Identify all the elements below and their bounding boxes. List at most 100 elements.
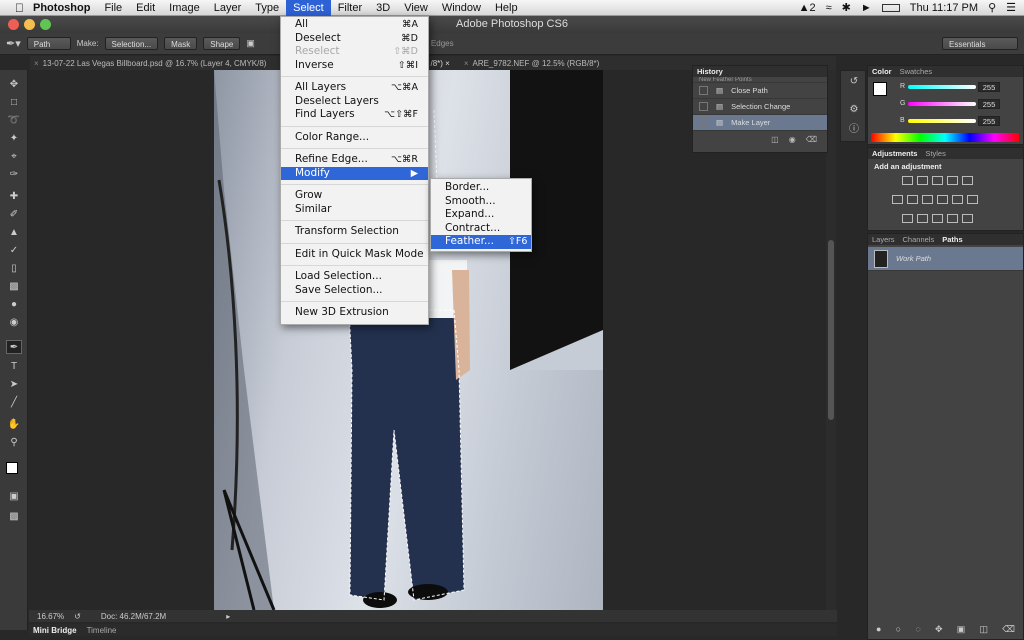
trash-icon[interactable]: ⌫ bbox=[806, 135, 817, 144]
menu-help[interactable]: Help bbox=[488, 0, 525, 16]
crop-tool-icon[interactable]: ⌖ bbox=[6, 150, 22, 164]
b-value-field[interactable]: 255 bbox=[978, 116, 1000, 126]
menu-item-all[interactable]: All ⌘A bbox=[281, 18, 428, 32]
g-slider[interactable] bbox=[908, 102, 976, 106]
invert-icon[interactable] bbox=[902, 214, 913, 223]
menu-item-border[interactable]: Border... bbox=[431, 181, 531, 195]
tab-layers[interactable]: Layers bbox=[872, 235, 895, 244]
history-checkbox[interactable] bbox=[699, 102, 708, 111]
selective-color-icon[interactable] bbox=[962, 214, 973, 223]
workspace-switcher[interactable]: Essentials bbox=[942, 37, 1018, 50]
hand-tool-icon[interactable]: ✋ bbox=[6, 418, 22, 432]
make-selection-button[interactable]: Selection... bbox=[104, 37, 159, 50]
history-checkbox[interactable] bbox=[699, 86, 708, 95]
vibrance-icon[interactable] bbox=[962, 176, 973, 185]
tab-channels[interactable]: Channels bbox=[903, 235, 935, 244]
menu-item-refine-edge[interactable]: Refine Edge... ⌥⌘R bbox=[281, 153, 428, 167]
tab-adjustments[interactable]: Adjustments bbox=[872, 149, 917, 158]
menu-edit[interactable]: Edit bbox=[129, 0, 162, 16]
history-item[interactable]: ▤ Close Path bbox=[693, 83, 827, 99]
dodge-tool-icon[interactable]: ◉ bbox=[6, 316, 22, 330]
pen-tool-preset-icon[interactable]: ✒▾ bbox=[6, 37, 21, 50]
channel-mixer-icon[interactable] bbox=[952, 195, 963, 204]
new-path-icon[interactable]: ◫ bbox=[979, 624, 988, 635]
status-menu-icon[interactable]: ▸ bbox=[226, 612, 230, 621]
menu-file[interactable]: File bbox=[97, 0, 129, 16]
screen-mode-icon[interactable]: ▩ bbox=[6, 510, 22, 524]
quick-mask-icon[interactable]: ▣ bbox=[6, 490, 22, 504]
tab-paths[interactable]: Paths bbox=[942, 235, 962, 244]
clone-stamp-tool-icon[interactable]: ▲ bbox=[6, 226, 22, 240]
fill-path-icon[interactable]: ● bbox=[876, 624, 881, 635]
menu-image[interactable]: Image bbox=[162, 0, 207, 16]
menu-item-modify[interactable]: Modify ▶ bbox=[281, 166, 428, 180]
foreground-color-swatch[interactable] bbox=[873, 82, 887, 96]
notifications-icon[interactable]: ☰ bbox=[1006, 1, 1016, 14]
menu-type[interactable]: Type bbox=[248, 0, 286, 16]
menu-item-deselect[interactable]: Deselect ⌘D bbox=[281, 32, 428, 46]
black-white-icon[interactable] bbox=[922, 195, 933, 204]
scroll-thumb[interactable] bbox=[828, 240, 834, 420]
menu-item-grow[interactable]: Grow bbox=[281, 189, 428, 203]
menu-item-smooth[interactable]: Smooth... bbox=[431, 195, 531, 209]
doc-tab[interactable]: × 13-07-22 Las Vegas Billboard.psd @ 16.7… bbox=[34, 59, 266, 68]
exposure-icon[interactable] bbox=[947, 176, 958, 185]
path-item-work-path[interactable]: Work Path bbox=[868, 247, 1023, 271]
eyedropper-tool-icon[interactable]: ✑ bbox=[6, 168, 22, 182]
healing-brush-tool-icon[interactable]: ✚ bbox=[6, 190, 22, 204]
menu-layer[interactable]: Layer bbox=[207, 0, 249, 16]
history-panel-icon[interactable]: ↺ bbox=[846, 75, 862, 89]
tab-styles[interactable]: Styles bbox=[925, 149, 945, 158]
export-icon[interactable]: ↺ bbox=[74, 612, 81, 621]
tab-mini-bridge[interactable]: Mini Bridge bbox=[33, 626, 77, 635]
menu-item-load-selection[interactable]: Load Selection... bbox=[281, 270, 428, 284]
levels-icon[interactable] bbox=[917, 176, 928, 185]
history-checkbox[interactable] bbox=[699, 118, 708, 127]
spotlight-icon[interactable]: ⚲ bbox=[988, 1, 996, 14]
menu-item-feather[interactable]: Feather... ⇧F6 bbox=[431, 235, 531, 249]
close-tab-icon[interactable]: × bbox=[464, 59, 469, 68]
doc-size[interactable]: Doc: 46.2M/67.2M bbox=[101, 612, 166, 621]
apple-icon[interactable]:  bbox=[8, 0, 26, 16]
camera-snapshot-icon[interactable]: ◉ bbox=[789, 135, 796, 144]
menu-item-deselect-layers[interactable]: Deselect Layers bbox=[281, 95, 428, 109]
r-slider[interactable] bbox=[908, 85, 976, 89]
properties-panel-icon[interactable]: ⚙ bbox=[846, 103, 862, 117]
trash-icon[interactable]: ⌫ bbox=[1002, 624, 1015, 635]
posterize-icon[interactable] bbox=[917, 214, 928, 223]
zoom-level[interactable]: 16.67% bbox=[37, 612, 64, 621]
quick-selection-tool-icon[interactable]: ✦ bbox=[6, 132, 22, 146]
menu-item-all-layers[interactable]: All Layers ⌥⌘A bbox=[281, 81, 428, 95]
line-tool-icon[interactable]: ╱ bbox=[6, 396, 22, 410]
menu-item-transform-selection[interactable]: Transform Selection bbox=[281, 225, 428, 239]
b-slider[interactable] bbox=[908, 119, 976, 123]
make-shape-button[interactable]: Shape bbox=[203, 37, 241, 50]
history-item-selected[interactable]: ▤ Make Layer bbox=[693, 115, 827, 131]
doc-tab-active[interactable]: /8*) × bbox=[430, 59, 449, 68]
color-lookup-icon[interactable] bbox=[967, 195, 978, 204]
color-ramp[interactable] bbox=[871, 133, 1019, 142]
volume-icon[interactable]: ► bbox=[861, 2, 872, 14]
path-selection-tool-icon[interactable]: ➤ bbox=[6, 378, 22, 392]
new-document-from-state-icon[interactable]: ◫ bbox=[771, 135, 779, 144]
menu-view[interactable]: View bbox=[397, 0, 435, 16]
hue-saturation-icon[interactable] bbox=[892, 195, 903, 204]
add-mask-icon[interactable]: ▣ bbox=[957, 624, 966, 635]
load-as-selection-icon[interactable]: ◌ bbox=[915, 624, 920, 635]
marquee-tool-icon[interactable]: □ bbox=[6, 96, 22, 110]
menu-3d[interactable]: 3D bbox=[369, 0, 397, 16]
menu-item-expand[interactable]: Expand... bbox=[431, 208, 531, 222]
menu-item-similar[interactable]: Similar bbox=[281, 203, 428, 217]
photo-filter-icon[interactable] bbox=[937, 195, 948, 204]
menu-item-find-layers[interactable]: Find Layers ⌥⇧⌘F bbox=[281, 108, 428, 122]
stroke-path-icon[interactable]: ○ bbox=[896, 624, 901, 635]
r-value-field[interactable]: 255 bbox=[978, 82, 1000, 92]
wifi-icon[interactable]: ≈ bbox=[826, 2, 832, 14]
history-brush-tool-icon[interactable]: ✓ bbox=[6, 244, 22, 258]
close-tab-icon[interactable]: × bbox=[34, 59, 39, 68]
make-mask-button[interactable]: Mask bbox=[164, 37, 198, 50]
pen-tool-icon[interactable]: ✒ bbox=[6, 340, 22, 354]
history-item[interactable]: ▤ Selection Change bbox=[693, 99, 827, 115]
adobe-icon[interactable]: ▲2 bbox=[799, 2, 816, 14]
brush-tool-icon[interactable]: ✐ bbox=[6, 208, 22, 222]
